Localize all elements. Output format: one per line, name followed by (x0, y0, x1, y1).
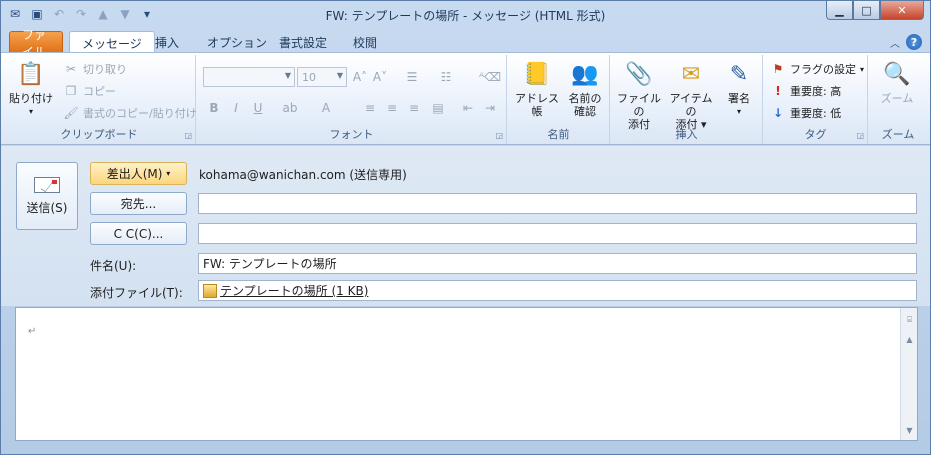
maximize-button[interactable]: □ (853, 1, 880, 20)
title-bar: ✉ ▣ ↶ ↷ ▲ ▼ ▾ FW: テンプレートの場所 - メッセージ (HTM… (1, 1, 930, 29)
bullets-icon[interactable]: ☰ (403, 68, 421, 86)
attachment-label: 添付ファイル(T): (90, 286, 183, 300)
low-importance-button[interactable]: ↓ 重要度: 低 (770, 103, 841, 123)
minimize-button[interactable]: ▁ (826, 1, 853, 20)
message-body[interactable]: ↵ ⌸ ▲ ▼ (15, 307, 918, 441)
tags-group-label: タグ (804, 128, 827, 141)
attach-item-button[interactable]: ✉ アイテムの 添付 ▾ (665, 58, 717, 131)
zoom-group-label: ズーム (881, 128, 915, 141)
signature-icon: ✎ (729, 61, 749, 87)
magnifier-icon: 🔍 (883, 61, 911, 87)
send-button[interactable]: 送信(S) (16, 162, 78, 230)
copy-button[interactable]: ❐ コピー (63, 81, 116, 101)
to-field[interactable] (198, 193, 917, 214)
bold-icon[interactable]: B (205, 99, 223, 117)
window-controls: ▁ □ ✕ (826, 1, 924, 20)
font-group-label: フォント (329, 128, 374, 141)
address-book-icon: 📒 (523, 61, 551, 87)
align-left-icon[interactable]: ≡ (361, 99, 379, 117)
flag-icon: ⚑ (772, 62, 784, 76)
down-arrow-icon: ↓ (772, 106, 784, 120)
decrease-indent-icon[interactable]: ⇤ (459, 99, 477, 117)
dropdown-arrow-icon: ▼ (336, 71, 343, 80)
high-importance-button[interactable]: ! 重要度: 高 (770, 81, 841, 101)
increase-indent-icon[interactable]: ⇥ (481, 99, 499, 117)
attachment-item[interactable]: テンプレートの場所 (1 KB) (203, 282, 368, 299)
dialog-launcher-icon[interactable]: ◲ (495, 131, 503, 140)
clipboard-group: 📋 貼り付け ▾ ✂ 切り取り ❐ コピー 🖌 書式のコピー/貼り付け クリップ… (3, 55, 197, 144)
exclamation-icon: ! (775, 84, 781, 98)
clipboard-group-label: クリップボード (60, 128, 138, 141)
ribbon-tabs: ファイル メッセージ 挿入 オプション 書式設定 校閲 ︿ ? (1, 28, 930, 59)
font-size-combo[interactable]: 10 ▼ (297, 67, 347, 87)
follow-up-button[interactable]: ⚑ フラグの設定 ▾ (770, 59, 864, 79)
scissors-icon: ✂ (65, 62, 77, 76)
paperclip-icon: 📎 (625, 61, 653, 87)
copy-icon: ❐ (65, 84, 77, 98)
dropdown-arrow-icon: ▼ (284, 71, 291, 80)
names-group: 📒 アドレス帳 👥 名前の 確認 名前 (508, 55, 610, 144)
dialog-launcher-icon[interactable]: ◲ (856, 131, 864, 140)
paste-button[interactable]: 📋 貼り付け ▾ (9, 58, 53, 118)
align-center-icon[interactable]: ≡ (383, 99, 401, 117)
attach-file-button[interactable]: 📎 ファイルの 添付 (613, 58, 665, 131)
cut-button[interactable]: ✂ 切り取り (63, 59, 127, 79)
from-button[interactable]: 差出人(M) ▾ (90, 162, 187, 185)
from-value: kohama@wanichan.com (送信専用) (199, 168, 407, 182)
font-name-combo[interactable]: ▼ (203, 67, 295, 87)
attachment-field: テンプレートの場所 (1 KB) (198, 280, 917, 301)
vertical-scrollbar[interactable]: ⌸ ▲ ▼ (900, 308, 917, 440)
message-header: 送信(S) 差出人(M) ▾ kohama@wanichan.com (送信専用… (1, 146, 930, 306)
cc-button[interactable]: C C(C)... (90, 222, 187, 245)
grow-font-icon[interactable]: A˄ (351, 68, 369, 86)
subject-field[interactable]: FW: テンプレートの場所 (198, 253, 917, 274)
subject-label: 件名(U): (90, 259, 137, 273)
insert-group: 📎 ファイルの 添付 ✉ アイテムの 添付 ▾ ✎ 署名 ▾ 挿入 (611, 55, 763, 144)
format-painter-button[interactable]: 🖌 書式のコピー/貼り付け (63, 103, 196, 123)
paragraph-mark: ↵ (28, 326, 37, 337)
check-names-icon: 👥 (571, 61, 599, 87)
insert-group-label: 挿入 (675, 128, 698, 141)
help-icon[interactable]: ? (906, 34, 922, 50)
window-title: FW: テンプレートの場所 - メッセージ (HTML 形式) (325, 9, 606, 23)
clear-format-icon[interactable]: ᴬ⌫ (479, 68, 501, 86)
outlook-message-window: ✉ ▣ ↶ ↷ ▲ ▼ ▾ FW: テンプレートの場所 - メッセージ (HTM… (0, 0, 931, 455)
align-right-icon[interactable]: ≡ (405, 99, 423, 117)
collapse-ribbon-icon[interactable]: ︿ (890, 35, 900, 50)
tab-format-text[interactable]: 書式設定 (267, 31, 339, 53)
ribbon: 📋 貼り付け ▾ ✂ 切り取り ❐ コピー 🖌 書式のコピー/貼り付け クリップ… (1, 52, 930, 145)
tab-file[interactable]: ファイル (9, 28, 63, 59)
italic-icon[interactable]: I (227, 99, 245, 117)
underline-icon[interactable]: U (249, 99, 267, 117)
justify-icon[interactable]: ▤ (429, 99, 447, 117)
tab-message[interactable]: メッセージ (69, 31, 155, 54)
close-button[interactable]: ✕ (880, 1, 924, 20)
scroll-down-icon[interactable]: ▼ (902, 423, 917, 438)
scroll-up-icon[interactable]: ▲ (902, 332, 917, 347)
numbering-icon[interactable]: ☷ (437, 68, 455, 86)
brush-icon: 🖌 (63, 106, 79, 120)
address-book-button[interactable]: 📒 アドレス帳 (512, 58, 562, 118)
signature-button[interactable]: ✎ 署名 ▾ (719, 58, 759, 118)
cc-field[interactable] (198, 223, 917, 244)
attachment-file-icon (203, 283, 217, 298)
highlight-icon[interactable]: ab (281, 99, 299, 117)
paste-icon: 📋 (17, 61, 45, 87)
tab-review[interactable]: 校閲 (341, 31, 389, 53)
check-names-button[interactable]: 👥 名前の 確認 (562, 58, 608, 118)
tab-insert[interactable]: 挿入 (143, 31, 191, 53)
names-group-label: 名前 (547, 128, 570, 141)
send-envelope-icon (34, 176, 60, 193)
ruler-icon[interactable]: ⌸ (902, 312, 917, 327)
dialog-launcher-icon[interactable]: ◲ (184, 131, 192, 140)
to-button[interactable]: 宛先... (90, 192, 187, 215)
shrink-font-icon[interactable]: A˅ (371, 68, 389, 86)
tags-group: ⚑ フラグの設定 ▾ ! 重要度: 高 ↓ 重要度: 低 タグ ◲ (764, 55, 868, 144)
zoom-group: 🔍 ズーム ズーム (869, 55, 927, 144)
font-group: ▼ 10 ▼ A˄ A˅ ☰ ☷ ᴬ⌫ B I U ab A ≡ ≡ ≡ ▤ ⇤… (197, 55, 507, 144)
zoom-button[interactable]: 🔍 ズーム (871, 58, 923, 105)
envelope-attach-icon: ✉ (681, 61, 701, 87)
font-color-icon[interactable]: A (317, 99, 335, 117)
